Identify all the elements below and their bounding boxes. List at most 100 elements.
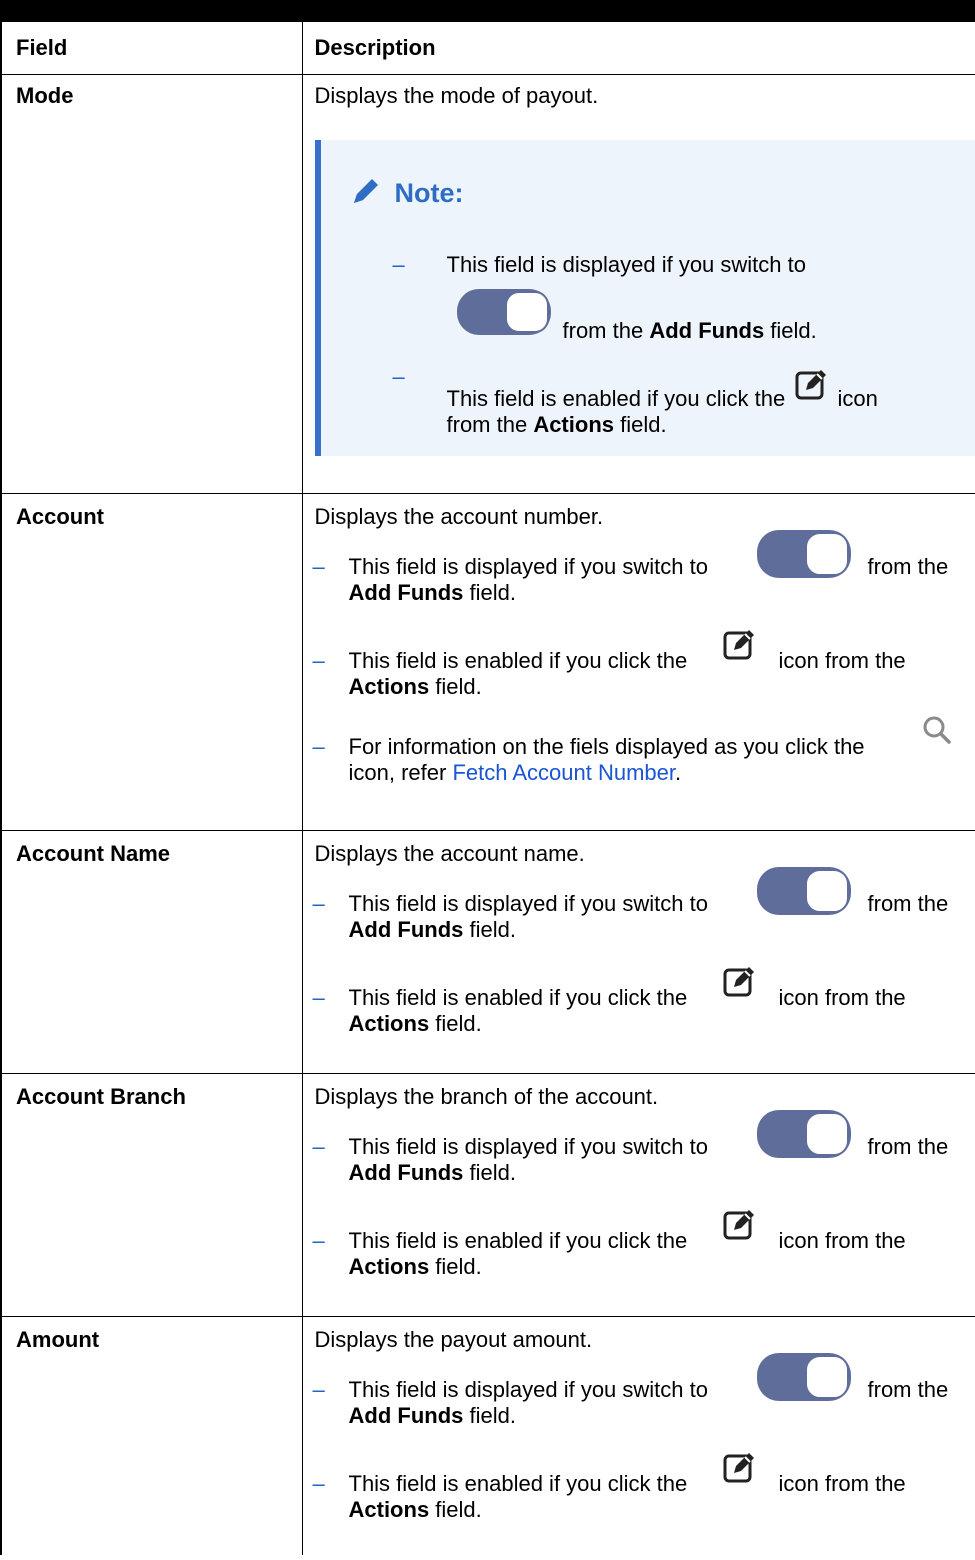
bullet-text: For information on the fiels displayed a…	[348, 733, 865, 759]
bullet-continuation: Add Funds field.	[349, 580, 516, 606]
bullet-bold: Add Funds	[348, 1159, 464, 1185]
bullet-continuation: icon, refer Fetch Account Number.	[349, 760, 682, 786]
field-cell: Account	[0, 492, 303, 831]
bullet-item: – This field is displayed if you switch …	[303, 1352, 975, 1428]
field-name: Account	[16, 503, 104, 529]
bullet-post: field.	[463, 916, 516, 942]
bullet-dash: –	[312, 1376, 325, 1402]
bullet-continuation: Add Funds field.	[349, 1160, 516, 1186]
description-cell: Displays the branch of the account. – Th…	[301, 1072, 975, 1317]
bullet-bold: Actions	[348, 673, 430, 699]
bullet-tail: from the	[867, 1133, 949, 1159]
bullet-bold: Add Funds	[348, 916, 464, 942]
bullet-post: field.	[463, 1402, 516, 1428]
bullet-item: – This field is enabled if you click the…	[303, 1447, 975, 1523]
edit-icon	[719, 1447, 759, 1487]
bullet-post: field.	[463, 1159, 516, 1185]
bullet-bold: Actions	[348, 1253, 430, 1279]
bullet-tail: icon from the	[778, 1470, 906, 1496]
field-name: Amount	[16, 1326, 100, 1352]
toggle-switch-icon	[447, 282, 563, 346]
bullet-post: field.	[429, 1253, 482, 1279]
bullet-bold: Add Funds	[348, 579, 464, 605]
bullet-dash: –	[312, 553, 325, 579]
description-cell: Displays the payout amount. – This field…	[301, 1315, 975, 1555]
toggle-switch-icon	[751, 1106, 861, 1166]
bullet-tail: from the	[867, 1376, 949, 1402]
bullet-bold: Add Funds	[348, 1402, 464, 1428]
header-field: Field	[0, 22, 303, 75]
note-bullet: – This field is displayed if you switch …	[321, 252, 975, 346]
bullet-text: This field is displayed if you switch to	[446, 251, 807, 277]
table-row: Account Displays the account number. – T…	[0, 492, 975, 831]
toggle-switch-icon	[751, 1349, 861, 1409]
edit-icon	[791, 364, 831, 404]
bullet-text: This field is enabled if you click the	[348, 984, 688, 1010]
bullet-continuation: Actions field.	[349, 1011, 482, 1037]
toggle-switch-icon	[751, 526, 861, 586]
header-description-label: Description	[314, 35, 436, 60]
bullet-post: field.	[764, 317, 817, 343]
bullet-item: – For information on the fiels displayed…	[303, 714, 975, 790]
bullet-continuation: Add Funds field.	[349, 917, 516, 943]
header-field-label: Field	[16, 35, 68, 60]
bullet-post: field.	[614, 411, 667, 437]
bullet-item: – This field is displayed if you switch …	[303, 1109, 975, 1186]
bullet-dash: –	[312, 1227, 325, 1253]
bullet-tail: icon from the	[778, 984, 906, 1010]
bullet-dash: –	[312, 1133, 325, 1159]
bullet-continuation: Actions field.	[349, 674, 482, 700]
bullet-text: This field is displayed if you switch to	[348, 1376, 709, 1402]
table-row: Account Branch Displays the branch of th…	[0, 1072, 975, 1317]
fetch-account-number-link[interactable]: Fetch Account Number	[452, 760, 675, 785]
bullet-icon-word: icon	[837, 385, 878, 411]
bullet-bold: Actions	[348, 1496, 430, 1522]
description-text: Displays the payout amount.	[314, 1326, 593, 1352]
field-name: Account Branch	[16, 1083, 186, 1109]
description-text: Displays the mode of payout.	[314, 82, 599, 108]
bullet-post: .	[675, 759, 682, 785]
edit-icon	[719, 1204, 759, 1244]
bullet-tail: from the	[867, 553, 949, 579]
field-cell: Account Name	[0, 829, 303, 1074]
field-name: Mode	[16, 82, 74, 108]
bullet-continuation: from the Actions field.	[447, 412, 975, 438]
bullet-item: – This field is enabled if you click the…	[303, 624, 975, 700]
description-text: Displays the account name.	[314, 840, 585, 866]
bullet-item: – This field is enabled if you click the…	[303, 961, 975, 1037]
bullet-continuation: from the Add Funds field.	[563, 317, 817, 342]
bullet-post: field.	[463, 579, 516, 605]
note-box: Note: – This field is displayed if you s…	[314, 139, 975, 456]
field-table: Field Description Mode Displays the mode…	[0, 22, 975, 1555]
note-bullet: – This field is enabled if you click the…	[321, 364, 975, 438]
bullet-post: field.	[429, 1496, 482, 1522]
description-cell: Displays the mode of payout. Note: – Thi…	[301, 73, 975, 494]
bullet-item: – This field is displayed if you switch …	[303, 866, 975, 943]
bullet-text: This field is displayed if you switch to	[348, 1133, 709, 1159]
description-text: Displays the branch of the account.	[314, 1083, 659, 1109]
toggle-switch-icon	[751, 863, 861, 923]
bullet-tail: from the	[867, 890, 949, 916]
bullet-dash: –	[312, 984, 325, 1010]
description-text: Displays the account number.	[314, 503, 604, 529]
header-description: Description	[301, 22, 975, 75]
bullet-tail: icon from the	[778, 647, 906, 673]
table-row: Account Name Displays the account name. …	[0, 829, 975, 1074]
description-cell: Displays the account name. – This field …	[301, 829, 975, 1074]
bullet-dash: –	[312, 647, 325, 673]
table-row: Mode Displays the mode of payout. Note: …	[0, 73, 975, 494]
bullet-text: This field is enabled if you click the	[446, 385, 786, 411]
edit-icon	[719, 624, 759, 664]
bullet-item: – This field is enabled if you click the…	[303, 1204, 975, 1280]
note-title-text: Note:	[394, 177, 464, 208]
bullet-text: This field is enabled if you click the	[348, 1470, 688, 1496]
bullet-dash: –	[392, 251, 405, 277]
bullet-post: field.	[429, 1010, 482, 1036]
bullet-dash: –	[312, 890, 325, 916]
bullet-pre: from the	[562, 317, 650, 343]
bullet-pre: icon, refer	[348, 759, 453, 785]
bullet-tail: icon from the	[778, 1227, 906, 1253]
bullet-post: field.	[429, 673, 482, 699]
bullet-dash: –	[392, 363, 405, 389]
note-title: Note:	[351, 176, 464, 206]
